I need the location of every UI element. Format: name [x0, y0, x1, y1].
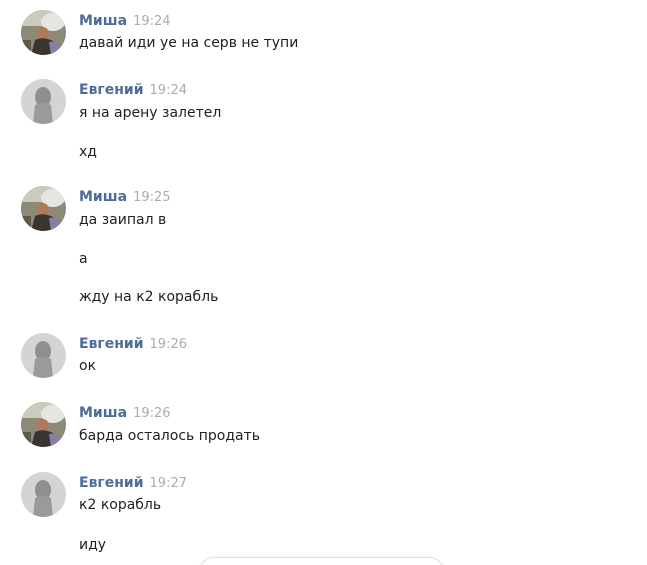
author-name[interactable]: Миша: [79, 13, 127, 29]
message-header: Евгений 19:26: [79, 333, 187, 353]
misha-avatar[interactable]: [21, 186, 66, 231]
message-text: барда осталось продать: [79, 428, 260, 444]
message-text: а: [79, 251, 88, 267]
message-time[interactable]: 19:25: [133, 190, 170, 205]
evgeniy-avatar-image: [21, 333, 66, 378]
evgeniy-avatar[interactable]: [21, 79, 66, 124]
message-text: давай иди уе на серв не тупи: [79, 35, 299, 51]
message-text: ок: [79, 358, 97, 374]
message-time[interactable]: 19:27: [150, 476, 187, 491]
message-header: Миша 19:24: [79, 10, 171, 30]
misha-avatar[interactable]: [21, 402, 66, 447]
message-header: Евгений 19:24: [79, 79, 187, 99]
author-name[interactable]: Евгений: [79, 82, 144, 98]
misha-avatar-image: [21, 10, 66, 55]
scroll-to-bottom-button[interactable]: [199, 557, 444, 565]
misha-avatar-image: [21, 186, 66, 231]
author-name[interactable]: Миша: [79, 405, 127, 421]
message-text: я на арену залетел: [79, 105, 222, 121]
evgeniy-avatar-image: [21, 79, 66, 124]
message-text: хд: [79, 144, 97, 160]
evgeniy-avatar[interactable]: [21, 333, 66, 378]
author-name[interactable]: Евгений: [79, 475, 144, 491]
message-time[interactable]: 19:26: [133, 406, 170, 421]
message-header: Миша 19:26: [79, 402, 171, 422]
evgeniy-avatar-image: [21, 472, 66, 517]
misha-avatar[interactable]: [21, 10, 66, 55]
message-text: к2 корабль: [79, 497, 162, 513]
author-name[interactable]: Евгений: [79, 336, 144, 352]
author-name[interactable]: Миша: [79, 189, 127, 205]
message-text: иду: [79, 537, 107, 553]
message-time[interactable]: 19:24: [150, 83, 187, 98]
message-time[interactable]: 19:24: [133, 14, 170, 29]
message-header: Миша 19:25: [79, 186, 171, 206]
chat-history: Миша 19:24 давай иди уе на серв не тупи Е…: [0, 0, 647, 565]
message-text: жду на к2 корабль: [79, 289, 219, 305]
misha-avatar-image: [21, 402, 66, 447]
message-header: Евгений 19:27: [79, 472, 187, 492]
evgeniy-avatar[interactable]: [21, 472, 66, 517]
message-time[interactable]: 19:26: [150, 337, 187, 352]
message-text: да заипал в: [79, 212, 167, 228]
